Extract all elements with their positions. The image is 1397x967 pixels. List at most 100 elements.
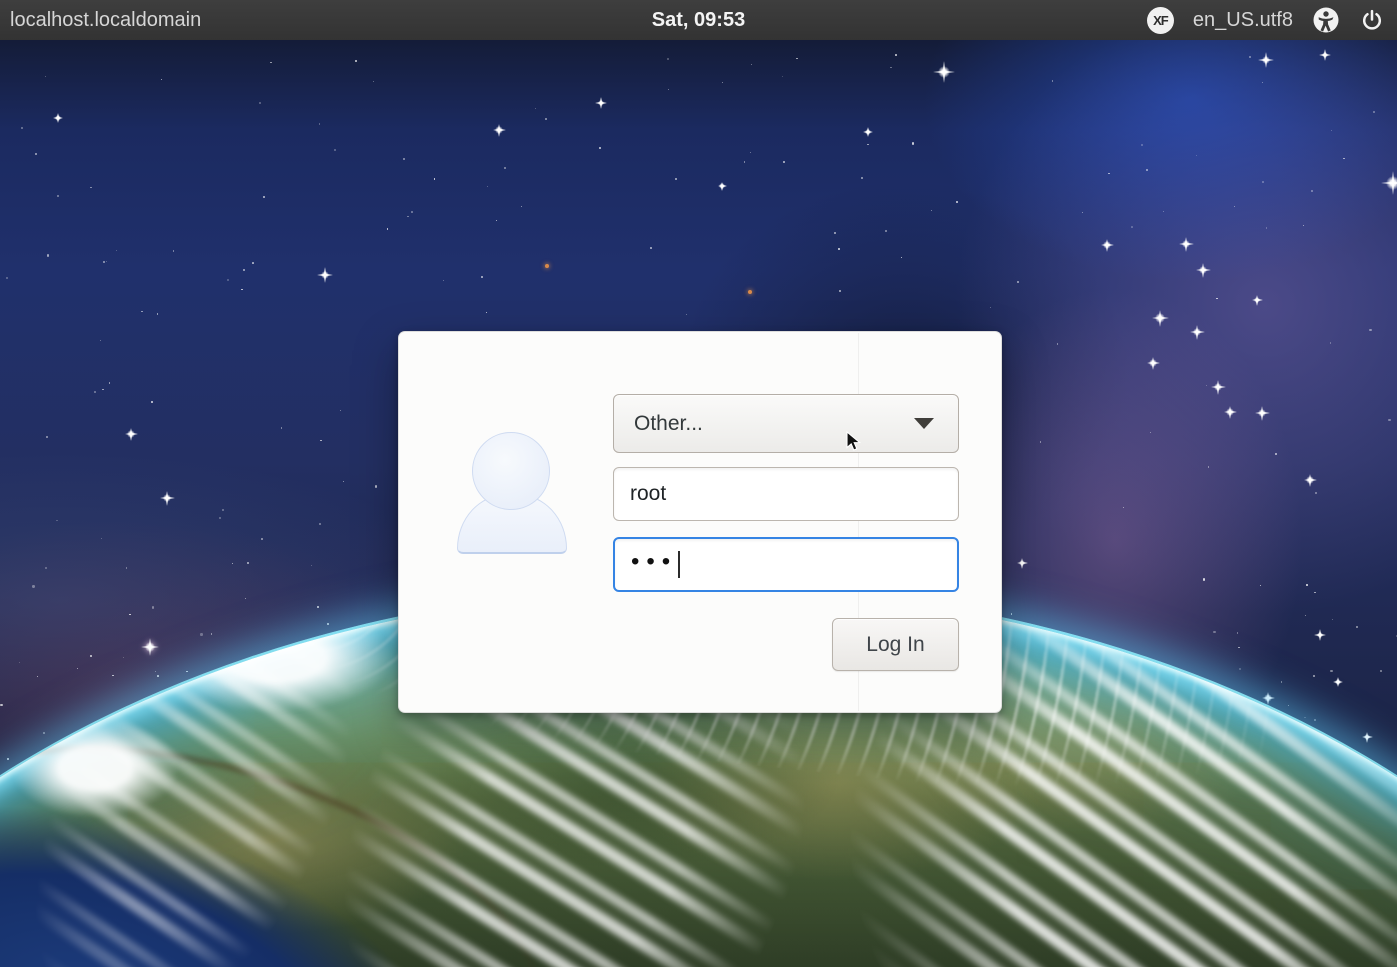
star-sparkle: [717, 181, 727, 191]
star: [319, 523, 322, 526]
star-sparkle: [1016, 557, 1028, 569]
star: [1146, 169, 1149, 172]
star-sparkle: [1381, 171, 1397, 195]
star: [650, 247, 652, 249]
star: [885, 229, 888, 232]
star: [838, 248, 840, 250]
star: [46, 254, 49, 257]
star: [481, 276, 484, 279]
session-dropdown[interactable]: Other...: [613, 394, 959, 453]
star: [1140, 143, 1144, 147]
star: [407, 215, 409, 218]
star-sparkle: [1151, 309, 1169, 327]
star-sparkle: [1258, 52, 1274, 68]
star: [1305, 584, 1308, 587]
star: [261, 538, 264, 540]
star: [1233, 205, 1236, 208]
star: [442, 279, 444, 282]
star-sparkle: [1100, 238, 1114, 252]
login-dialog: Other... ••• Log In: [398, 331, 1002, 713]
star: [1388, 418, 1391, 422]
panel-indicators: XF en_US.utf8: [1146, 0, 1385, 40]
star: [1373, 110, 1376, 113]
star: [129, 613, 131, 616]
star: [44, 75, 46, 77]
star-sparkle: [53, 113, 63, 123]
username-input[interactable]: [613, 467, 959, 521]
star: [1310, 189, 1313, 192]
star: [403, 157, 406, 160]
star: [956, 201, 958, 203]
star: [781, 75, 784, 78]
star: [1265, 226, 1268, 229]
star: [311, 565, 313, 567]
star: [339, 409, 341, 412]
star: [860, 176, 863, 179]
star: [1108, 172, 1110, 175]
star: [1260, 584, 1262, 587]
star: [722, 82, 724, 83]
star: [1262, 82, 1264, 84]
star: [103, 261, 106, 264]
star: [0, 703, 3, 706]
star: [270, 61, 272, 64]
star: [1356, 625, 1359, 628]
star: [1329, 342, 1332, 344]
star: [102, 388, 105, 391]
star-sparkle: [1178, 236, 1194, 252]
star: [901, 256, 903, 258]
star: [387, 228, 389, 230]
star: [115, 250, 117, 252]
power-icon[interactable]: [1359, 7, 1385, 33]
star: [521, 206, 523, 208]
keyboard-layout-icon[interactable]: XF: [1146, 6, 1174, 34]
star: [1304, 615, 1306, 617]
top-panel: localhost.localdomain Sat, 09:53 XF en_U…: [0, 0, 1397, 40]
star: [743, 161, 746, 163]
locale-menu-label[interactable]: en_US.utf8: [1193, 9, 1293, 32]
star: [355, 59, 358, 62]
password-input[interactable]: •••: [613, 537, 959, 592]
avatar-head: [472, 432, 550, 510]
star: [101, 538, 103, 540]
star: [1369, 328, 1372, 331]
star-sparkle: [1195, 262, 1211, 278]
star: [834, 231, 837, 234]
login-button[interactable]: Log In: [832, 618, 959, 671]
star: [486, 312, 488, 314]
login-screen: Other... ••• Log In localhost.localdomai…: [0, 0, 1397, 967]
desktop-background: Other... ••• Log In: [0, 40, 1397, 967]
star: [1051, 80, 1054, 82]
star: [125, 566, 128, 569]
star-sparkle: [1189, 324, 1205, 340]
star-sparkle: [1210, 379, 1226, 395]
star-sparkle: [933, 61, 955, 83]
star: [930, 209, 933, 211]
star: [867, 143, 869, 146]
star: [989, 306, 991, 308]
star-sparkle: [1251, 294, 1263, 306]
star: [172, 250, 175, 252]
star: [1122, 506, 1124, 509]
star: [1314, 591, 1316, 594]
star-sparkle: [124, 427, 138, 441]
star: [1039, 441, 1042, 443]
star: [1303, 224, 1305, 226]
star: [161, 79, 163, 81]
star: [1202, 578, 1206, 581]
password-masked-text: •••: [631, 547, 678, 575]
star: [534, 107, 536, 110]
star: [1332, 618, 1334, 620]
star-sparkle: [595, 97, 607, 109]
star-sparkle: [1319, 49, 1331, 61]
star: [6, 277, 8, 279]
star: [342, 481, 344, 483]
star: [1261, 181, 1264, 184]
star: [1330, 129, 1333, 132]
accessibility-icon[interactable]: [1312, 6, 1340, 34]
star: [231, 562, 233, 564]
star: [1056, 343, 1059, 345]
star: [90, 186, 92, 188]
star: [252, 261, 254, 264]
star: [433, 177, 436, 180]
